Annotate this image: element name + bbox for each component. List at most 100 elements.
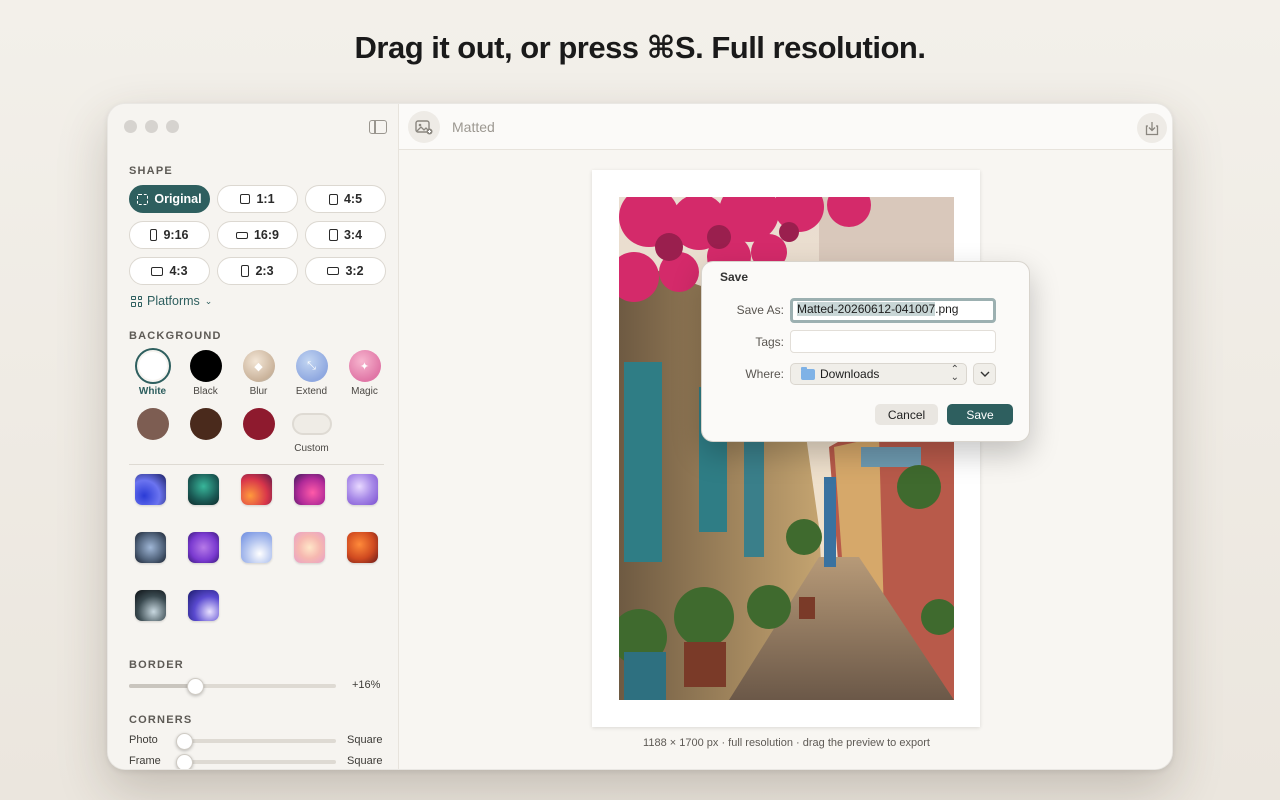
- gradient-swatch[interactable]: [135, 474, 166, 505]
- background-presets: White Black ◆ Blur ⤡ Extend ✦ Magic: [126, 348, 391, 397]
- save-button[interactable]: Save: [947, 404, 1013, 425]
- grid-icon: [131, 295, 142, 307]
- dialog-title: Save: [720, 270, 749, 284]
- frame-corner-knob[interactable]: [176, 754, 193, 769]
- brown-swatch: [189, 408, 222, 440]
- custom-color-swatch: [291, 413, 332, 435]
- background-colors: Custom: [126, 408, 338, 454]
- shape-1-1-button[interactable]: 1:1: [217, 185, 298, 213]
- gradient-swatch[interactable]: [294, 532, 325, 563]
- gradient-swatch[interactable]: [188, 590, 219, 621]
- border-value: +16%: [352, 679, 381, 691]
- bg-black-option[interactable]: Black: [179, 348, 232, 397]
- tags-field[interactable]: [790, 330, 996, 353]
- bg-white-option[interactable]: White: [126, 348, 179, 397]
- gradient-swatch[interactable]: [241, 532, 272, 563]
- filename-extension: .png: [935, 302, 959, 316]
- expand-dialog-button[interactable]: [973, 363, 996, 385]
- bg-mauve-option[interactable]: [126, 408, 179, 454]
- shape-section-label: SHAPE: [129, 165, 173, 177]
- border-slider[interactable]: [129, 678, 336, 695]
- portrait-rect-icon: [241, 265, 250, 277]
- magic-swatch: ✦: [348, 350, 381, 382]
- close-window-button[interactable]: [124, 120, 137, 133]
- folder-icon: [801, 366, 815, 380]
- minimize-window-button[interactable]: [145, 120, 158, 133]
- shape-9-16-button[interactable]: 9:16: [129, 221, 210, 249]
- border-slider-knob[interactable]: [187, 678, 205, 695]
- gradient-swatch[interactable]: [241, 474, 272, 505]
- portrait-rect-icon: [328, 193, 338, 205]
- cancel-button[interactable]: Cancel: [875, 404, 938, 425]
- droplet-icon: ◆: [254, 360, 263, 373]
- photo-corner-label: Photo: [129, 734, 158, 746]
- sidebar-toggle-icon[interactable]: [369, 120, 387, 134]
- bg-brown-option[interactable]: [179, 408, 232, 454]
- platforms-dropdown[interactable]: Platforms ⌄: [131, 294, 212, 308]
- gradient-swatch[interactable]: [188, 532, 219, 563]
- gradient-swatch[interactable]: [135, 532, 166, 563]
- gradient-swatch[interactable]: [188, 474, 219, 505]
- bg-crimson-option[interactable]: [232, 408, 285, 454]
- app-title: Matted: [452, 119, 495, 135]
- corners-section-label: CORNERS: [129, 714, 193, 726]
- where-select[interactable]: Downloads ⌃ ⌄: [790, 363, 967, 385]
- expand-arrows-icon: ⤡: [307, 359, 316, 372]
- bg-blur-option[interactable]: ◆ Blur: [232, 348, 285, 397]
- save-dialog: Save Save As: Matted-20260612-041007.png…: [701, 261, 1030, 442]
- export-button[interactable]: [1137, 113, 1167, 143]
- sparkle-icon: ✦: [359, 360, 370, 373]
- border-section-label: BORDER: [129, 659, 184, 671]
- gradient-presets: [135, 474, 378, 621]
- gradient-swatch[interactable]: [135, 590, 166, 621]
- download-icon: [1145, 121, 1159, 135]
- filename-selected-text: Matted-20260612-041007: [797, 302, 936, 316]
- headline: Drag it out, or press ⌘S. Full resolutio…: [354, 30, 926, 65]
- bg-magic-option[interactable]: ✦ Magic: [338, 348, 391, 397]
- chevron-down-icon: ⌄: [204, 295, 213, 306]
- frame-corner-label: Frame: [129, 755, 161, 767]
- mauve-swatch: [136, 408, 169, 440]
- gradient-swatch[interactable]: [347, 532, 378, 563]
- updown-chevron-icon: ⌃ ⌄: [950, 364, 959, 383]
- divider: [129, 464, 384, 465]
- frame-corner-slider[interactable]: [176, 754, 336, 769]
- background-section-label: BACKGROUND: [129, 330, 222, 342]
- shape-4-5-button[interactable]: 4:5: [305, 185, 386, 213]
- window-controls: [124, 120, 179, 133]
- crimson-swatch: [242, 408, 275, 440]
- filename-field[interactable]: Matted-20260612-041007.png: [790, 298, 996, 323]
- square-icon: [240, 194, 251, 204]
- shape-4-3-button[interactable]: 4:3: [129, 257, 210, 285]
- shape-2-3-button[interactable]: 2:3: [217, 257, 298, 285]
- shape-original-button[interactable]: Original: [129, 185, 210, 213]
- bg-extend-option[interactable]: ⤡ Extend: [285, 348, 338, 397]
- add-photo-icon[interactable]: [408, 111, 440, 143]
- photo-corner-knob[interactable]: [176, 733, 193, 750]
- gradient-swatch[interactable]: [347, 474, 378, 505]
- photo-corner-slider[interactable]: [176, 733, 336, 750]
- landscape-rect-icon: [151, 266, 164, 276]
- where-label: Where:: [745, 367, 784, 381]
- frame-corner-value: Square: [347, 755, 383, 767]
- tall-rect-icon: [150, 229, 158, 241]
- shape-options: Original 1:1 4:5 9:16 16:9 3:4 4:3 2:3 3…: [129, 185, 386, 285]
- shape-3-4-button[interactable]: 3:4: [305, 221, 386, 249]
- tags-label: Tags:: [755, 335, 784, 349]
- toolbar: Matted: [399, 104, 1172, 150]
- extend-swatch: ⤡: [295, 350, 328, 382]
- photo-corner-value: Square: [347, 734, 383, 746]
- gradient-swatch[interactable]: [294, 474, 325, 505]
- shape-3-2-button[interactable]: 3:2: [305, 257, 386, 285]
- portrait-rect-icon: [328, 229, 338, 241]
- preview-matte[interactable]: [592, 170, 980, 727]
- landscape-rect-icon: [327, 267, 340, 275]
- shape-16-9-button[interactable]: 16:9: [217, 221, 298, 249]
- border-slider-fill: [129, 684, 196, 688]
- white-swatch: [134, 348, 171, 384]
- sidebar: SHAPE Original 1:1 4:5 9:16 16:9 3:4 4:3…: [108, 104, 399, 769]
- zoom-window-button[interactable]: [166, 120, 179, 133]
- dashed-frame-icon: [137, 193, 149, 205]
- bg-custom-option[interactable]: Custom: [285, 408, 338, 454]
- black-swatch: [189, 350, 222, 382]
